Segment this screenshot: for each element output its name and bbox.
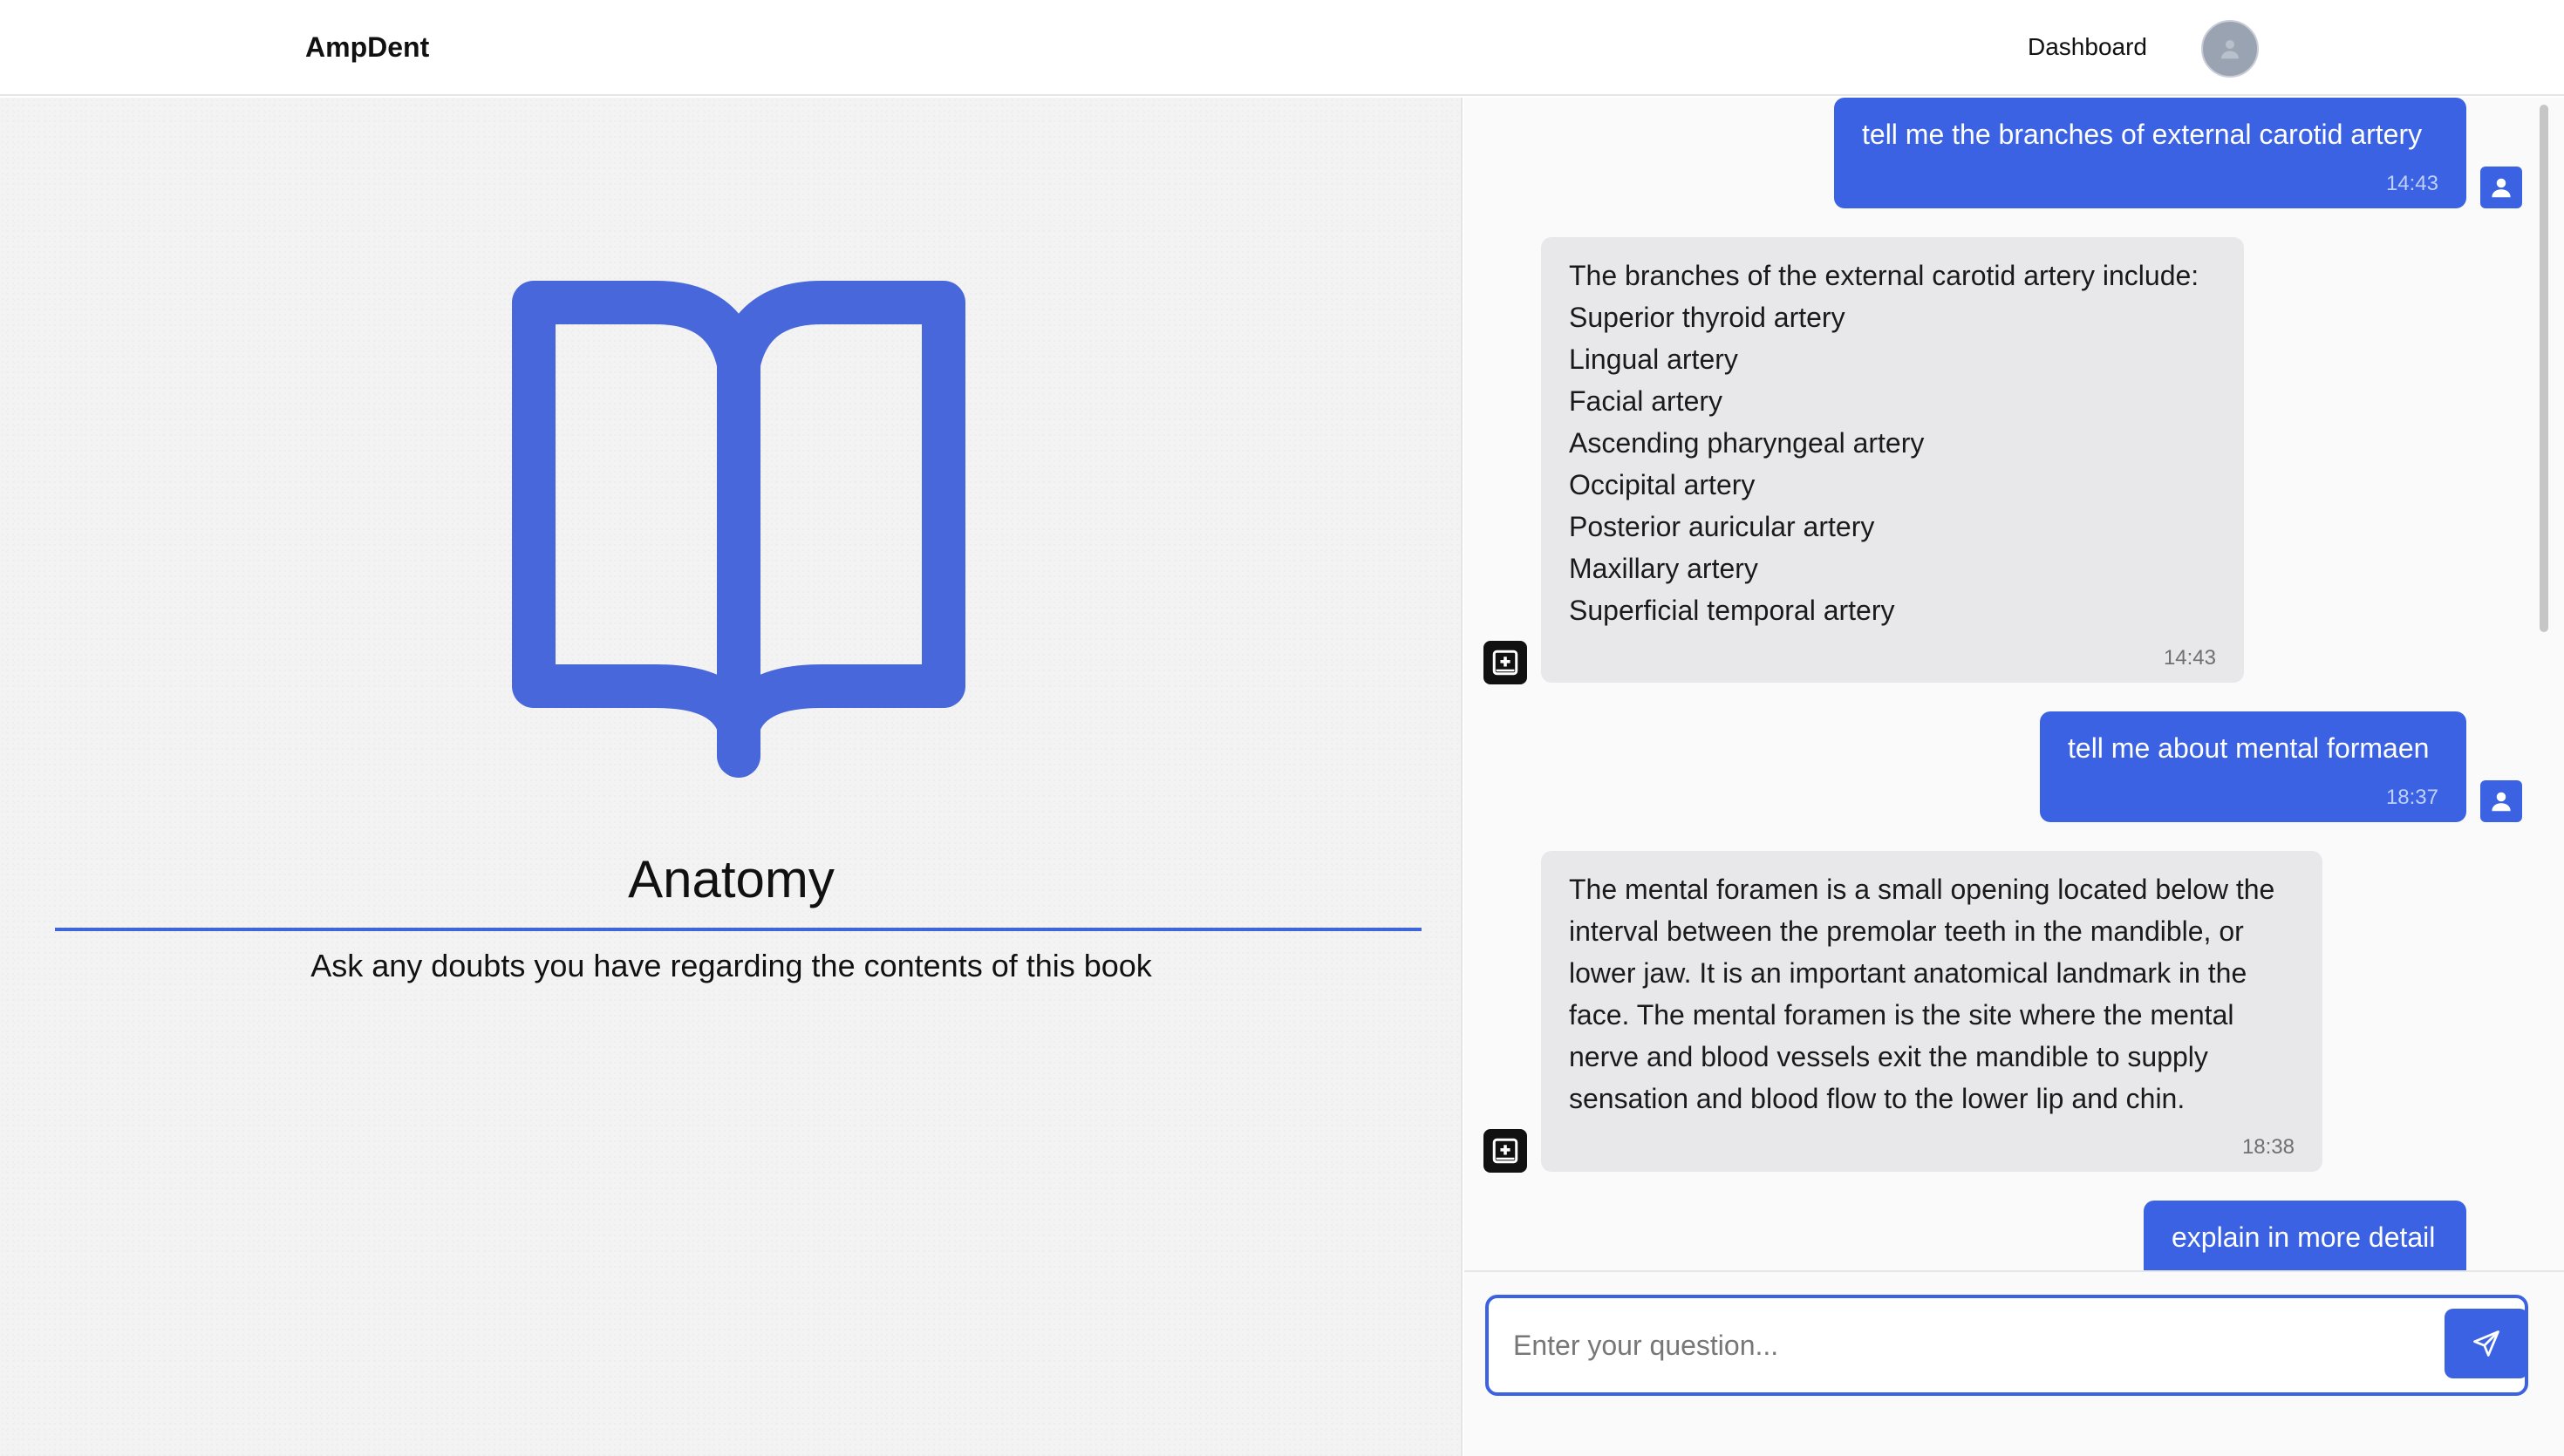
title-divider	[55, 928, 1422, 931]
open-book-icon	[512, 281, 965, 778]
person-icon	[2492, 792, 2511, 812]
user-message-icon	[2480, 167, 2522, 208]
book-plus-icon	[1483, 641, 1527, 684]
user-message-icon	[2480, 780, 2522, 822]
book-title: Anatomy	[628, 850, 835, 908]
message-text: The mental foramen is a small opening lo…	[1569, 874, 2275, 1114]
message-text: explain in more detail	[2172, 1221, 2436, 1253]
message-text: The branches of the external carotid art…	[1569, 260, 2199, 626]
message-time: 14:43	[2385, 172, 2438, 195]
question-input[interactable]	[1513, 1323, 2385, 1368]
book-panel: Anatomy Ask any doubts you have regardin…	[0, 98, 1463, 1456]
book-plus-icon	[1483, 1129, 1527, 1173]
dashboard-link[interactable]: Dashboard	[2028, 33, 2147, 61]
chat-panel: tell me the branches of external carotid…	[1464, 98, 2564, 1456]
user-message: tell me the branches of external carotid…	[1834, 98, 2466, 208]
user-message: tell me about mental formaen 18:37	[2040, 711, 2466, 822]
send-button[interactable]	[2445, 1309, 2528, 1378]
person-icon	[2492, 178, 2511, 198]
user-message: explain in more detail	[2144, 1201, 2466, 1270]
assistant-message: The mental foramen is a small opening lo…	[1541, 851, 2322, 1172]
message-text: tell me about mental formaen	[2068, 732, 2430, 764]
chat-message-list[interactable]: tell me the branches of external carotid…	[1464, 98, 2550, 1270]
chat-scrollbar[interactable]	[2540, 105, 2548, 632]
message-text: tell me the branches of external carotid…	[1862, 119, 2423, 150]
book-subtitle: Ask any doubts you have regarding the co…	[310, 948, 1152, 983]
user-avatar[interactable]	[2201, 20, 2259, 78]
message-time: 14:43	[2163, 646, 2216, 670]
brand-logo[interactable]: AmpDent	[305, 31, 429, 64]
send-icon	[2473, 1330, 2499, 1357]
user-avatar-icon	[2221, 40, 2239, 59]
top-navbar: AmpDent Dashboard	[0, 0, 2564, 96]
question-input-wrapper	[1485, 1295, 2528, 1396]
message-time: 18:38	[2241, 1135, 2295, 1159]
assistant-message: The branches of the external carotid art…	[1541, 237, 2244, 683]
chat-composer	[1464, 1270, 2564, 1456]
message-time: 18:37	[2385, 786, 2438, 809]
